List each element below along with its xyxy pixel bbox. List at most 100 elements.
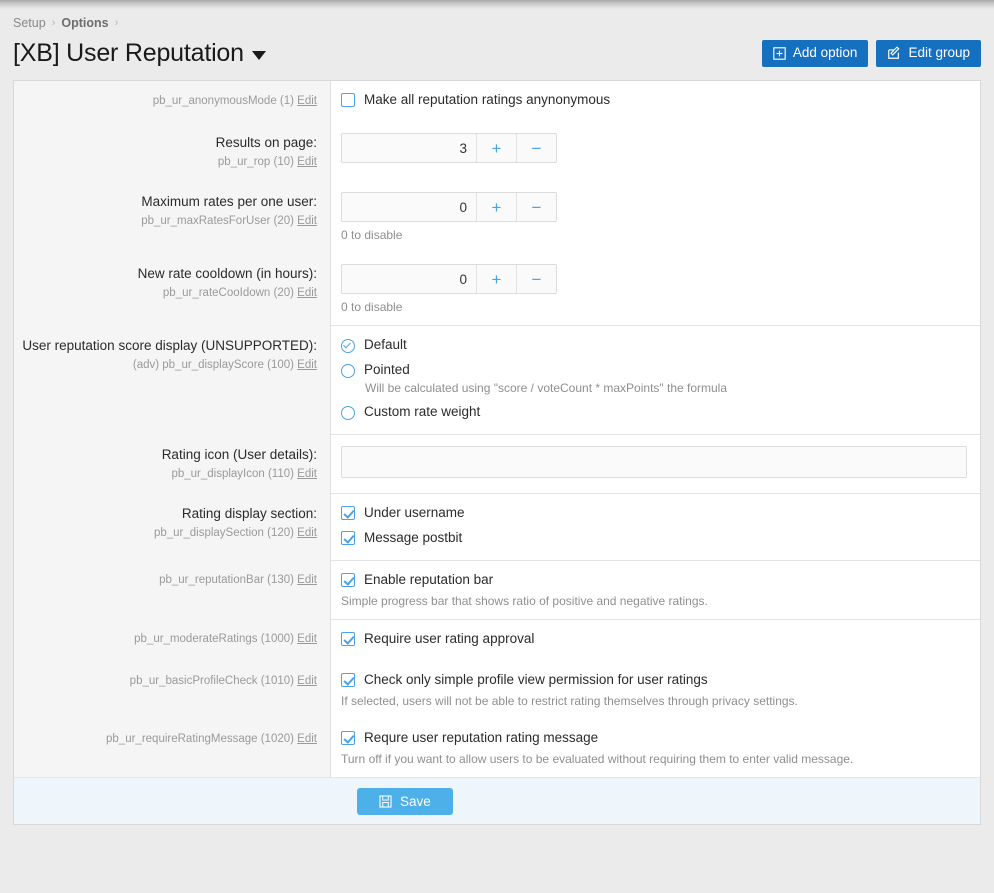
checkbox-label: Message postbit	[364, 530, 463, 546]
option-row-anonymous-mode: pb_ur_anonymousMode (1) Edit Make all re…	[14, 81, 980, 122]
checkbox-label: Under username	[364, 505, 465, 521]
option-meta: pb_ur_reputationBar (130) Edit	[22, 572, 317, 589]
radio-display-score-default[interactable]: Default	[341, 337, 967, 354]
checkbox-require-rating-message[interactable]: Requre user reputation rating message	[341, 730, 967, 746]
option-label-anonymous-mode: pb_ur_anonymousMode (1) Edit	[14, 81, 331, 122]
stepper-decrement-button[interactable]: −	[516, 193, 556, 222]
edit-link[interactable]: Edit	[297, 287, 317, 299]
option-title: Rating display section:	[181, 506, 317, 522]
checkbox-anonymous-mode[interactable]: Make all reputation ratings anynonymous	[341, 92, 967, 108]
edit-link[interactable]: Edit	[297, 468, 317, 480]
save-button[interactable]: Save	[357, 788, 453, 816]
plus-square-icon	[773, 46, 786, 60]
stepper-decrement-button[interactable]: −	[516, 134, 556, 162]
checkbox-icon[interactable]	[341, 93, 355, 107]
option-label-max-rates: Maximum rates per one user: pb_ur_maxRat…	[14, 181, 331, 254]
option-meta: pb_ur_rop (10) Edit	[22, 154, 317, 171]
radio-checked-icon[interactable]	[341, 339, 355, 354]
checkbox-checked-icon[interactable]	[341, 673, 355, 688]
rating-icon-input[interactable]	[341, 446, 967, 479]
option-body-results-on-page: + −	[331, 122, 980, 181]
save-label: Save	[400, 794, 431, 810]
checkbox-basic-profile-check[interactable]: Check only simple profile view permissio…	[341, 672, 967, 688]
edit-link[interactable]: Edit	[297, 156, 317, 168]
option-meta: pb_ur_basicProfileCheck (1010) Edit	[22, 673, 317, 690]
option-row-display-section: Rating display section: pb_ur_displaySec…	[14, 493, 980, 561]
option-key: pb_ur_basicProfileCheck (1010)	[129, 675, 294, 688]
edit-link[interactable]: Edit	[297, 733, 317, 745]
edit-link[interactable]: Edit	[297, 95, 317, 107]
breadcrumb-item-setup[interactable]: Setup	[13, 16, 46, 30]
option-label-display-section: Rating display section: pb_ur_displaySec…	[14, 493, 331, 561]
checkbox-enable-reputation-bar[interactable]: Enable reputation bar	[341, 572, 967, 588]
stepper-input[interactable]	[342, 134, 476, 162]
edit-link[interactable]: Edit	[297, 633, 317, 645]
checkbox-checked-icon[interactable]	[341, 573, 355, 588]
radio-label: Pointed	[364, 362, 410, 378]
checkbox-require-rating-approval[interactable]: Require user rating approval	[341, 631, 967, 647]
option-meta: (adv) pb_ur_displayScore (100) Edit	[22, 357, 317, 374]
edit-link[interactable]: Edit	[297, 574, 317, 586]
add-option-button[interactable]: Add option	[761, 39, 869, 67]
option-key: pb_ur_requireRatingMessage (1020)	[106, 733, 294, 746]
option-label-rate-cooldown: New rate cooldown (in hours): pb_ur_rate…	[14, 253, 331, 326]
breadcrumb-separator-icon: ›	[51, 17, 56, 29]
option-meta: pb_ur_rateCooIdown (20) Edit	[22, 285, 317, 302]
option-label-require-rating-message: pb_ur_requireRatingMessage (1020) Edit	[14, 719, 331, 778]
checkbox-label: Enable reputation bar	[364, 572, 494, 588]
edit-group-button[interactable]: Edit group	[876, 39, 981, 67]
option-row-display-score: User reputation score display (UNSUPPORT…	[14, 325, 980, 435]
checkbox-message-postbit[interactable]: Message postbit	[341, 530, 967, 546]
option-hint: 0 to disable	[341, 300, 403, 315]
option-key: pb_ur_rateCooIdown (20)	[162, 286, 294, 299]
form-footer: Save	[13, 777, 981, 826]
option-hint: Turn off if you want to allow users to b…	[341, 752, 854, 767]
stepper-results-on-page: + −	[341, 133, 557, 163]
option-meta: pb_ur_moderateRatings (1000) Edit	[22, 631, 317, 648]
stepper-decrement-button[interactable]: −	[516, 265, 556, 294]
radio-icon[interactable]	[341, 406, 355, 421]
option-row-basic-profile-check: pb_ur_basicProfileCheck (1010) Edit Chec…	[14, 661, 980, 720]
edit-link[interactable]: Edit	[297, 215, 317, 227]
checkbox-under-username[interactable]: Under username	[341, 505, 967, 521]
edit-group-label: Edit group	[908, 45, 970, 61]
radio-icon[interactable]	[341, 364, 355, 379]
option-label-moderate-ratings: pb_ur_moderateRatings (1000) Edit	[14, 619, 331, 662]
checkbox-checked-icon[interactable]	[341, 531, 355, 546]
option-meta: pb_ur_displaySection (120) Edit	[22, 525, 317, 542]
option-body-reputation-bar: Enable reputation bar Simple progress ba…	[331, 560, 980, 619]
option-key: pb_ur_anonymousMode (1)	[152, 95, 294, 107]
radio-display-score-pointed[interactable]: Pointed	[341, 362, 967, 379]
page-title-text: [XB] User Reputation	[13, 38, 244, 67]
option-body-max-rates: + − 0 to disable	[331, 181, 980, 253]
stepper-increment-button[interactable]: +	[476, 134, 516, 162]
option-hint: 0 to disable	[341, 228, 403, 243]
edit-link[interactable]: Edit	[297, 675, 317, 687]
caret-down-icon[interactable]	[251, 51, 266, 60]
option-label-reputation-bar: pb_ur_reputationBar (130) Edit	[14, 560, 331, 620]
stepper-input[interactable]	[342, 265, 476, 294]
option-label-results-on-page: Results on page: pb_ur_rop (10) Edit	[14, 122, 331, 182]
radio-display-score-custom[interactable]: Custom rate weight	[341, 404, 967, 421]
option-body-require-rating-message: Requre user reputation rating message Tu…	[331, 719, 980, 777]
option-body-display-section: Under username Message postbit	[331, 493, 980, 560]
option-meta: pb_ur_requireRatingMessage (1020) Edit	[22, 731, 317, 748]
option-row-rating-icon: Rating icon (User details): pb_ur_displa…	[14, 434, 980, 494]
page-title: [XB] User Reputation	[13, 39, 266, 68]
breadcrumb-item-options[interactable]: Options	[61, 16, 108, 30]
checkbox-checked-icon[interactable]	[341, 632, 355, 647]
edit-link[interactable]: Edit	[297, 527, 317, 539]
option-key: pb_ur_maxRatesForUser (20)	[141, 214, 294, 227]
checkbox-label: Check only simple profile view permissio…	[364, 672, 708, 688]
option-hint: Simple progress bar that shows ratio of …	[341, 594, 708, 609]
stepper-increment-button[interactable]: +	[476, 193, 516, 222]
edit-link[interactable]: Edit	[297, 359, 317, 371]
checkbox-checked-icon[interactable]	[341, 506, 355, 521]
option-label-rating-icon: Rating icon (User details): pb_ur_displa…	[14, 434, 331, 494]
stepper-input[interactable]	[342, 193, 476, 222]
radio-hint-pointed: Will be calculated using "score / voteCo…	[365, 381, 728, 396]
checkbox-checked-icon[interactable]	[341, 731, 355, 746]
option-body-display-score: Default Pointed Will be calculated using…	[331, 325, 980, 434]
option-key: pb_ur_displaySection (120)	[153, 527, 294, 540]
stepper-increment-button[interactable]: +	[476, 265, 516, 294]
